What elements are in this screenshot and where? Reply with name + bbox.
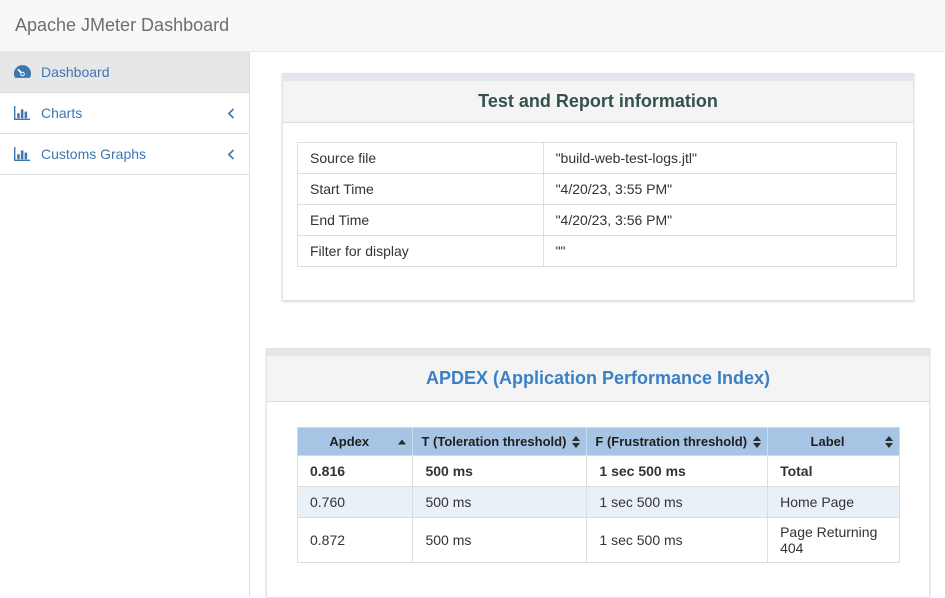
chevron-left-icon[interactable] xyxy=(227,149,235,160)
apdex-score-cell: 0.872 xyxy=(298,518,413,563)
table-row: Start Time "4/20/23, 3:55 PM" xyxy=(298,174,897,205)
gauge-icon xyxy=(14,65,32,80)
panel-title: Test and Report information xyxy=(478,91,718,111)
info-label-cell: End Time xyxy=(298,205,544,236)
toleration-cell: 500 ms xyxy=(413,456,587,487)
sidebar-item-charts[interactable]: Charts xyxy=(0,93,249,134)
panel-header: Test and Report information xyxy=(283,81,913,123)
sidebar-item-label: Charts xyxy=(41,105,82,121)
label-cell: Page Returning 404 xyxy=(768,518,900,563)
table-row: 0.760 500 ms 1 sec 500 ms Home Page xyxy=(298,487,900,518)
sort-ascending-icon xyxy=(398,439,406,444)
column-header-frustration[interactable]: F (Frustration threshold) xyxy=(587,428,768,456)
sidebar-item-label: Dashboard xyxy=(41,64,110,80)
info-value-cell: "" xyxy=(543,236,896,267)
column-header-apdex[interactable]: Apdex xyxy=(298,428,413,456)
test-report-info-panel: Test and Report information Source file … xyxy=(282,73,914,301)
frustration-cell: 1 sec 500 ms xyxy=(587,456,768,487)
table-row: 0.872 500 ms 1 sec 500 ms Page Returning… xyxy=(298,518,900,563)
apdex-score-cell: 0.816 xyxy=(298,456,413,487)
sidebar: Dashboard Charts xyxy=(0,52,250,596)
sidebar-item-customs-graphs[interactable]: Customs Graphs xyxy=(0,134,249,175)
panel-top-strip xyxy=(267,349,929,356)
test-report-info-table: Source file "build-web-test-logs.jtl" St… xyxy=(297,142,897,267)
panel-header: APDEX (Application Performance Index) xyxy=(267,356,929,402)
apdex-score-cell: 0.760 xyxy=(298,487,413,518)
frustration-cell: 1 sec 500 ms xyxy=(587,518,768,563)
toleration-cell: 500 ms xyxy=(413,487,587,518)
table-row-total: 0.816 500 ms 1 sec 500 ms Total xyxy=(298,456,900,487)
bar-chart-icon xyxy=(14,106,32,120)
column-header-toleration[interactable]: T (Toleration threshold) xyxy=(413,428,587,456)
table-row: Filter for display "" xyxy=(298,236,897,267)
apdex-table: Apdex T (Toleration threshold) F (Frustr… xyxy=(297,427,900,563)
app-title[interactable]: Apache JMeter Dashboard xyxy=(15,15,229,36)
table-row: End Time "4/20/23, 3:56 PM" xyxy=(298,205,897,236)
info-value-cell: "4/20/23, 3:56 PM" xyxy=(543,205,896,236)
panel-body: Apdex T (Toleration threshold) F (Frustr… xyxy=(267,402,929,597)
panel-title: APDEX (Application Performance Index) xyxy=(426,368,770,388)
page-layout: Dashboard Charts xyxy=(0,52,945,596)
top-navbar: Apache JMeter Dashboard xyxy=(0,0,945,52)
sort-icon xyxy=(572,436,580,448)
info-value-cell: "4/20/23, 3:55 PM" xyxy=(543,174,896,205)
info-label-cell: Source file xyxy=(298,143,544,174)
table-header-row: Apdex T (Toleration threshold) F (Frustr… xyxy=(298,428,900,456)
main-content: Test and Report information Source file … xyxy=(250,52,945,596)
sort-icon xyxy=(885,436,893,448)
label-cell: Total xyxy=(768,456,900,487)
panel-body: Source file "build-web-test-logs.jtl" St… xyxy=(283,123,913,300)
label-cell: Home Page xyxy=(768,487,900,518)
info-label-cell: Start Time xyxy=(298,174,544,205)
bar-chart-icon xyxy=(14,147,32,161)
sort-icon xyxy=(753,436,761,448)
toleration-cell: 500 ms xyxy=(413,518,587,563)
table-row: Source file "build-web-test-logs.jtl" xyxy=(298,143,897,174)
sidebar-item-dashboard[interactable]: Dashboard xyxy=(0,52,249,93)
sidebar-item-label: Customs Graphs xyxy=(41,146,146,162)
info-label-cell: Filter for display xyxy=(298,236,544,267)
frustration-cell: 1 sec 500 ms xyxy=(587,487,768,518)
panel-top-strip xyxy=(283,74,913,81)
apdex-panel: APDEX (Application Performance Index) Ap… xyxy=(266,348,930,598)
info-value-cell: "build-web-test-logs.jtl" xyxy=(543,143,896,174)
chevron-left-icon[interactable] xyxy=(227,108,235,119)
column-header-label[interactable]: Label xyxy=(768,428,900,456)
